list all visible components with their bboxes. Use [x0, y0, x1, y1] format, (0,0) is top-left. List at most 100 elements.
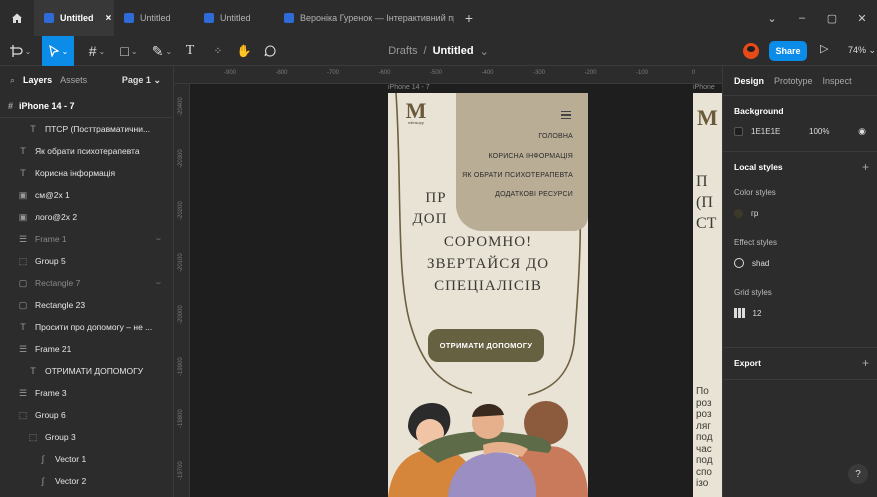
- layer-T-icon: T: [20, 322, 26, 332]
- title-bar: Untitled × Untitled Untitled Вероніка Гу…: [0, 0, 877, 36]
- move-tool-button[interactable]: ⌄: [42, 36, 74, 66]
- ruler-horizontal: -900 -800 -700 -600 -500 -400 -300 -200 -100 0: [174, 66, 722, 84]
- effect-styles-title: Effect styles: [734, 238, 777, 247]
- effect-style-row[interactable]: shad: [723, 252, 877, 274]
- layer-row[interactable]: ☰ Frame 1 ⌣: [0, 228, 173, 250]
- menu-item-choose-therapist[interactable]: ЯК ОБРАТИ ПСИХОТЕРАПЕВТА: [462, 172, 573, 179]
- chevron-down-icon[interactable]: ⌄: [757, 12, 787, 25]
- layer-frame-icon: ☰: [18, 343, 28, 354]
- grid-style-row[interactable]: 12: [723, 302, 877, 324]
- toolbar: ⌄ ⌄ # ⌄ □ ⌄ ✎ ⌄ T ⁘ ✋ Drafts / Untitled ⌄ S…: [0, 36, 877, 66]
- layer-row[interactable]: ∫ Vector 2: [0, 470, 173, 492]
- close-window-icon[interactable]: ✕: [847, 12, 877, 25]
- background-swatch[interactable]: [734, 126, 743, 136]
- layer-label: Просити про допомогу – не ...: [35, 322, 153, 332]
- hand-tool-button[interactable]: ✋: [234, 36, 254, 66]
- grid-style-name: 12: [752, 308, 762, 318]
- main-menu-button[interactable]: ⌄: [0, 36, 40, 66]
- layer-row[interactable]: ⬚ Group 3: [0, 426, 173, 448]
- resources-button[interactable]: ⁘: [208, 36, 228, 66]
- layer-frame-iphone[interactable]: # iPhone 14 - 7: [0, 94, 173, 118]
- close-tab-icon[interactable]: ×: [106, 13, 112, 24]
- color-style-row[interactable]: гр: [723, 202, 877, 224]
- layer-row[interactable]: ⬚ Group 5: [0, 250, 173, 272]
- hidden-eye-icon[interactable]: ⌣: [156, 278, 161, 288]
- tab-design[interactable]: Design: [734, 76, 764, 86]
- layer-row[interactable]: T ПТСР (Посттравматични...: [0, 118, 173, 140]
- search-icon[interactable]: ⌕: [10, 75, 15, 86]
- layout-grid-icon: [734, 308, 745, 318]
- page-selector[interactable]: Page 1 ⌄: [122, 75, 161, 86]
- tab-untitled-3[interactable]: Untitled: [194, 0, 274, 36]
- background-hex[interactable]: 1E1E1E: [751, 127, 801, 136]
- layer-row[interactable]: T Як обрати психотерапевта: [0, 140, 173, 162]
- file-name[interactable]: Untitled: [433, 45, 474, 57]
- background-opacity[interactable]: 100%: [809, 127, 829, 136]
- layers-panel: ⌕ Layers Assets Page 1 ⌄ # iPhone 14 - 7…: [0, 66, 174, 497]
- menu-item-home[interactable]: ГОЛОВНА: [538, 133, 573, 140]
- share-button[interactable]: Share: [769, 41, 807, 61]
- avatar[interactable]: [743, 43, 759, 59]
- tab-prototype[interactable]: Prototype: [774, 76, 813, 86]
- frame-name: iPhone 14 - 7: [19, 100, 75, 111]
- layer-row[interactable]: ▢ Rectangle 7 ⌣: [0, 272, 173, 294]
- layer-label: лого@2x 2: [35, 212, 78, 222]
- comment-tool-button[interactable]: [260, 36, 280, 66]
- layer-row[interactable]: T Корисна інформація: [0, 162, 173, 184]
- menu-item-useful-info[interactable]: КОРИСНА ІНФОРМАЦІЯ: [488, 153, 573, 160]
- ruler-tick-label: -20400: [178, 97, 184, 116]
- get-help-button[interactable]: ОТРИМАТИ ДОПОМОГУ: [428, 329, 544, 362]
- ruler-tick-label: -20100: [178, 253, 184, 272]
- tab-prototype[interactable]: Вероніка Гуренок — Інтерактивний прот: [274, 0, 454, 36]
- background-fill-row[interactable]: 1E1E1E 100% ◉: [723, 120, 877, 142]
- tab-untitled-2[interactable]: Untitled: [114, 0, 194, 36]
- layer-rect-icon: ▢: [18, 277, 28, 288]
- layer-label: Group 3: [45, 432, 76, 442]
- frame2-body-line: под: [696, 455, 713, 466]
- iphone-frame-2[interactable]: M П (П СТ По роз роз ляг под час под спо ізо: [693, 93, 722, 497]
- new-tab-button[interactable]: +: [454, 0, 484, 36]
- layer-row[interactable]: ▣ см@2x 1: [0, 184, 173, 206]
- help-button[interactable]: ?: [848, 464, 868, 484]
- frame2-body-line: роз: [696, 397, 712, 409]
- ruler-tick-label: -900: [223, 70, 237, 76]
- layer-row[interactable]: ▣ лого@2x 2: [0, 206, 173, 228]
- zoom-level[interactable]: 74% ⌄: [848, 45, 876, 56]
- tab-inspect[interactable]: Inspect: [823, 76, 852, 86]
- frame-tool-button[interactable]: # ⌄: [82, 36, 112, 66]
- frame-label[interactable]: iPhone 14 - 7: [388, 84, 430, 91]
- layer-group-icon: ⬚: [18, 255, 28, 266]
- components-icon: ⁘: [213, 45, 223, 57]
- tab-layers[interactable]: Layers: [23, 75, 52, 85]
- minimize-icon[interactable]: –: [787, 12, 817, 24]
- ruler-tick-label: 0: [691, 70, 696, 76]
- iphone-frame[interactable]: ГОЛОВНА КОРИСНА ІНФОРМАЦІЯ ЯК ОБРАТИ ПСИ…: [388, 93, 588, 497]
- home-button[interactable]: [0, 0, 34, 36]
- shape-tool-button[interactable]: □ ⌄: [114, 36, 144, 66]
- frame2-label[interactable]: iPhone: [693, 84, 715, 91]
- local-styles-section: Local styles + Color styles гр Effect st…: [723, 152, 877, 348]
- layer-row[interactable]: ⬚ Group 6: [0, 404, 173, 426]
- add-export-icon[interactable]: +: [862, 356, 869, 370]
- ruler-tick-label: -400: [481, 70, 494, 76]
- layer-row[interactable]: ∫ Vector 1: [0, 448, 173, 470]
- canvas[interactable]: iPhone 14 - 7 iPhone ГОЛОВНА КОРИСНА ІНФ…: [190, 84, 722, 497]
- present-play-icon[interactable]: ▷: [820, 42, 828, 55]
- layer-row[interactable]: T ОТРИМАТИ ДОПОМОГУ: [0, 360, 173, 382]
- hamburger-menu-icon[interactable]: [561, 111, 571, 119]
- tab-untitled-active[interactable]: Untitled ×: [34, 0, 114, 36]
- maximize-icon[interactable]: ▢: [817, 12, 847, 25]
- layer-label: Frame 1: [35, 234, 67, 244]
- layer-row[interactable]: ☰ Frame 21: [0, 338, 173, 360]
- chevron-down-icon[interactable]: ⌄: [480, 45, 489, 58]
- add-style-icon[interactable]: +: [862, 160, 869, 174]
- breadcrumb-drafts[interactable]: Drafts: [388, 45, 417, 57]
- eye-icon[interactable]: ◉: [858, 126, 866, 137]
- layer-row[interactable]: ☰ Frame 3: [0, 382, 173, 404]
- layer-row[interactable]: T Просити про допомогу – не ...: [0, 316, 173, 338]
- tab-assets[interactable]: Assets: [60, 75, 87, 85]
- text-tool-button[interactable]: T: [180, 36, 200, 66]
- hidden-eye-icon[interactable]: ⌣: [156, 234, 161, 244]
- layer-row[interactable]: ▢ Rectangle 23: [0, 294, 173, 316]
- pen-tool-button[interactable]: ✎ ⌄: [146, 36, 178, 66]
